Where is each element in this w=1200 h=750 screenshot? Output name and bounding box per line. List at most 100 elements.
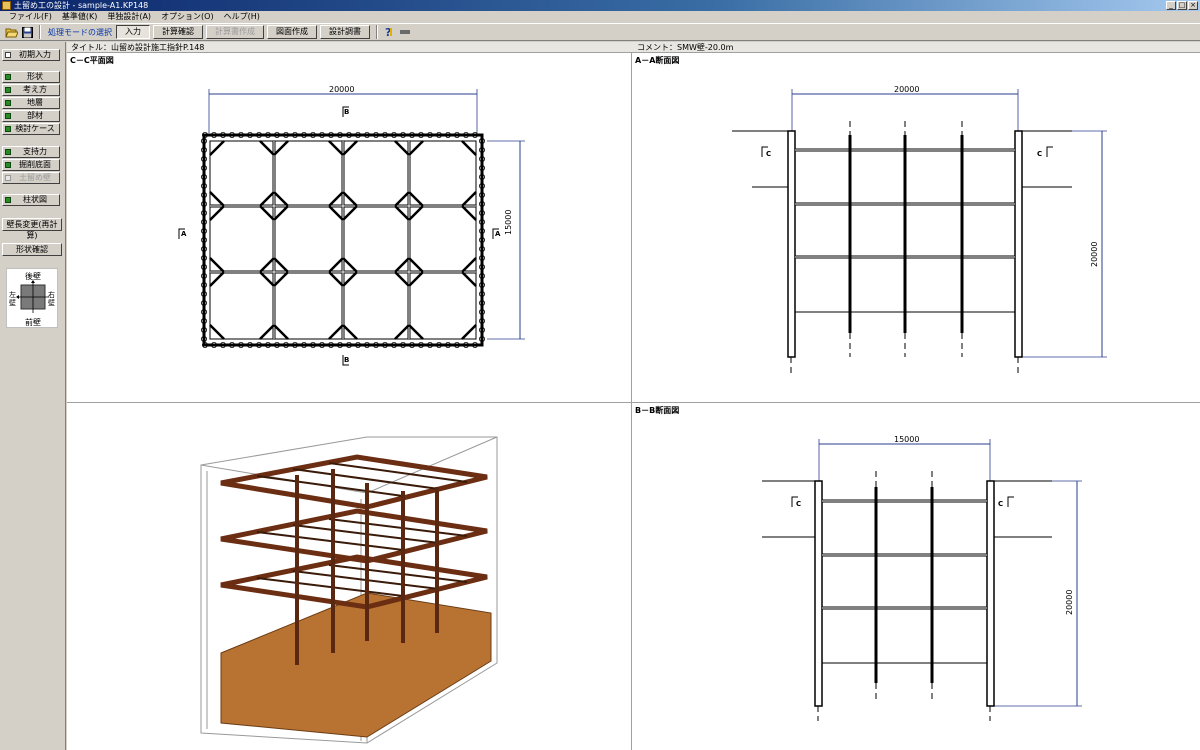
status-led-icon — [5, 197, 11, 203]
toolbar-separator — [376, 25, 378, 39]
minimize-button[interactable]: _ — [1166, 1, 1176, 10]
corner-brace — [394, 205, 410, 221]
section-a-mark-left: C — [766, 150, 772, 158]
plan-view-drawing — [178, 89, 525, 366]
member-button[interactable]: 部材 — [2, 110, 60, 122]
3d-view-drawing — [200, 436, 498, 744]
study-case-button[interactable]: 検討ケース — [2, 123, 60, 135]
corner-brace — [461, 271, 477, 287]
corner-brace — [259, 271, 275, 287]
corner-brace — [273, 257, 289, 273]
status-led-icon — [5, 113, 11, 119]
corner-brace — [342, 257, 358, 273]
design-title: タイトル：山留め設計施工指針P.148 — [71, 43, 205, 52]
excavation-bottom-button[interactable]: 掘削底面 — [2, 159, 60, 171]
status-led-icon — [5, 100, 11, 106]
corner-brace — [342, 191, 358, 207]
section-a-mark-right: C — [1037, 150, 1043, 158]
recalc-wall-length-button[interactable]: 壁長変更(再計算) — [2, 218, 62, 240]
calc-report-button[interactable]: 計算書作成 — [206, 25, 264, 39]
strata-button[interactable]: 地層 — [2, 97, 60, 109]
pillar-chart-button[interactable]: 柱状図 — [2, 194, 60, 206]
design-comment: コメント：SMW壁-20.0m — [637, 43, 734, 52]
initial-input-button[interactable]: 初期入力 — [2, 49, 60, 61]
corner-brace — [328, 324, 344, 340]
corner-brace — [328, 205, 344, 221]
3d-view-pane[interactable] — [67, 403, 631, 750]
section-a-drawing — [732, 89, 1107, 373]
shape-check-button[interactable]: 形状確認 — [2, 243, 62, 256]
drawing-button[interactable]: 図面作成 — [267, 25, 317, 39]
toolbar: 処理モードの選択 入力 計算確認 計算書作成 図面作成 設計調書 ? — [0, 23, 1200, 41]
info-bar: タイトル：山留め設計施工指針P.148 コメント：SMW壁-20.0m — [67, 42, 1200, 53]
close-button[interactable]: × — [1188, 1, 1198, 10]
plan-view-title: C－C平面図 — [70, 56, 114, 65]
menu-single-design[interactable]: 単独設計(A) — [102, 11, 156, 23]
check-icon — [5, 52, 11, 58]
corner-brace — [209, 191, 225, 207]
plan-mark-right: A — [495, 230, 501, 238]
approach-button[interactable]: 考え方 — [2, 84, 60, 96]
corner-brace — [461, 324, 477, 340]
save-disk-icon[interactable] — [20, 25, 35, 40]
calc-check-button[interactable]: 計算確認 — [153, 25, 203, 39]
design-sheet-button[interactable]: 設計調書 — [320, 25, 370, 39]
right-wall-label: 右壁 — [48, 291, 55, 307]
left-wall-label: 左壁 — [9, 291, 16, 307]
corner-brace — [259, 191, 275, 207]
sidebar: 初期入力 形状 考え方 地層 部材 検討ケース 支持力 掘削底面 土留め壁 柱状… — [0, 42, 66, 750]
corner-brace — [259, 324, 275, 340]
section-b-drawing — [762, 439, 1082, 721]
status-led-icon — [5, 175, 11, 181]
open-folder-icon[interactable] — [4, 25, 19, 40]
corner-brace — [209, 257, 225, 273]
input-mode-button[interactable]: 入力 — [116, 25, 150, 39]
corner-brace — [408, 324, 424, 340]
section-a-width-dim: 20000 — [894, 85, 920, 94]
back-wall-label: 後壁 — [25, 272, 41, 281]
plan-view-pane[interactable]: C－C平面図 20000 15000 B B A A — [67, 53, 631, 402]
corner-brace — [273, 205, 289, 221]
corner-brace — [259, 140, 275, 156]
drawing-area: タイトル：山留め設計施工指針P.148 コメント：SMW壁-20.0m C－C平… — [67, 42, 1200, 750]
corner-brace — [273, 324, 289, 340]
status-led-icon — [5, 149, 11, 155]
corner-brace — [328, 140, 344, 156]
corner-brace — [259, 257, 275, 273]
corner-brace — [342, 324, 358, 340]
corner-brace — [273, 191, 289, 207]
maximize-button[interactable]: □ — [1177, 1, 1187, 10]
bearing-capacity-button[interactable]: 支持力 — [2, 146, 60, 158]
minimize-pane-icon[interactable] — [397, 25, 412, 40]
corner-brace — [461, 257, 477, 273]
menu-options[interactable]: オプション(O) — [156, 11, 219, 23]
corner-brace — [394, 271, 410, 287]
menu-bar: ファイル(F) 基準値(K) 単独設計(A) オプション(O) ヘルプ(H) — [0, 11, 1200, 23]
corner-brace — [328, 257, 344, 273]
retaining-wall-button[interactable]: 土留め壁 — [2, 172, 60, 184]
plan-mark-bottom: B — [344, 356, 350, 364]
menu-standard-values[interactable]: 基準値(K) — [57, 11, 103, 23]
corner-brace — [461, 191, 477, 207]
wall-orientation-diagram: 後壁 前壁 左壁 右壁 — [6, 268, 58, 328]
window-titlebar: 土留め工の設計 - sample-A1.KP148 _ □ × — [0, 0, 1200, 11]
corner-brace — [342, 271, 358, 287]
corner-brace — [273, 271, 289, 287]
help-question-icon[interactable]: ? — [381, 25, 396, 40]
corner-brace — [328, 271, 344, 287]
corner-brace — [394, 324, 410, 340]
menu-help[interactable]: ヘルプ(H) — [219, 11, 265, 23]
section-b-mark-right: C — [998, 500, 1004, 508]
corner-brace — [328, 191, 344, 207]
section-b-title: B－B断面図 — [635, 406, 680, 415]
menu-file[interactable]: ファイル(F) — [4, 11, 57, 23]
plan-mark-top: B — [344, 108, 350, 116]
corner-brace — [394, 191, 410, 207]
mode-select-label: 処理モードの選択 — [48, 27, 112, 37]
corner-brace — [408, 205, 424, 221]
pane-divider-horizontal[interactable] — [67, 402, 1200, 403]
corner-brace — [273, 140, 289, 156]
shape-button[interactable]: 形状 — [2, 71, 60, 83]
section-a-pane[interactable]: A－A断面図 20000 20000 C C — [632, 53, 1200, 402]
section-b-pane[interactable]: B－B断面図 15000 20000 C C — [632, 403, 1200, 750]
